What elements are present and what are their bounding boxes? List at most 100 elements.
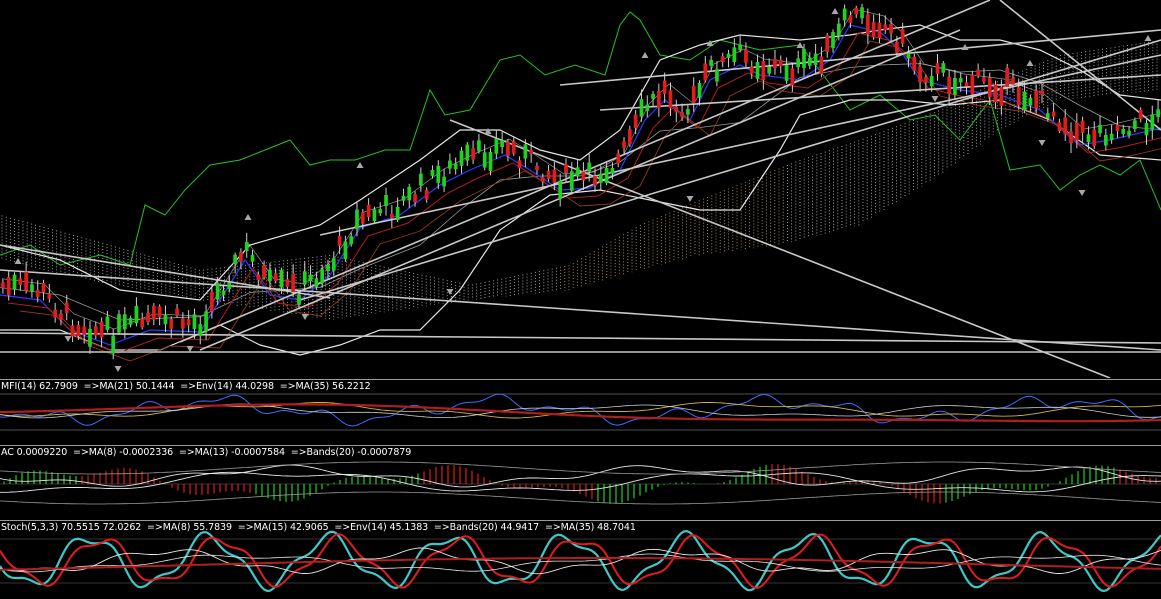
candle-body <box>987 77 992 98</box>
candle-body <box>465 144 470 161</box>
candle-body <box>831 32 835 49</box>
candle-body <box>250 254 255 262</box>
candle-body <box>767 66 772 74</box>
candle-body <box>871 21 876 38</box>
candle-body <box>1138 109 1143 119</box>
candle-body <box>558 180 563 199</box>
candle-body <box>366 204 371 218</box>
candle-body <box>906 53 911 59</box>
candle-body <box>349 236 354 245</box>
candle-body <box>697 82 702 98</box>
candle-body <box>564 164 568 174</box>
fractal-down-arrow <box>1038 140 1046 146</box>
candle-body <box>401 195 406 201</box>
ac-indicator-panel[interactable]: AC 0.0009220 =>MA(8) -0.0002336 =>MA(13)… <box>0 446 1161 519</box>
candle-body <box>517 160 522 169</box>
candle-body <box>802 49 806 68</box>
candle-body <box>622 141 626 148</box>
fractal-down-arrow <box>114 366 122 372</box>
candle-body <box>778 59 783 67</box>
candle-body <box>1034 90 1039 109</box>
fractal-down-arrow <box>931 96 939 102</box>
candle-body <box>1045 113 1050 119</box>
candle-body <box>337 235 342 246</box>
candle-body <box>854 7 859 15</box>
candle-body <box>239 251 243 262</box>
candle-body <box>1022 91 1027 111</box>
candle-body <box>1016 87 1021 106</box>
candle-body <box>773 58 777 69</box>
candle-body <box>70 325 75 337</box>
candle-body <box>355 209 359 230</box>
candle-body <box>99 321 104 338</box>
chikou-span-line <box>0 11 1161 266</box>
candle-body <box>540 177 545 182</box>
fractal-up-arrow <box>244 214 252 220</box>
candle-body <box>918 66 922 83</box>
fractal-up-arrow <box>356 162 364 168</box>
candle-body <box>1051 111 1056 117</box>
candle-body <box>587 162 592 172</box>
candle-body <box>895 42 899 53</box>
candle-body <box>163 314 168 325</box>
candle-body <box>198 324 203 337</box>
candle-body <box>320 269 325 283</box>
candle-body <box>860 7 864 19</box>
candle-body <box>552 169 557 183</box>
candle-body <box>459 150 464 166</box>
candle-body <box>30 284 34 292</box>
stoch-ma15-line <box>0 553 1161 573</box>
candle-body <box>848 15 853 23</box>
candle-body <box>291 273 296 293</box>
candle-body <box>204 311 208 332</box>
trend-line <box>599 74 1161 111</box>
candle-body <box>12 274 17 290</box>
candle-body <box>157 306 162 318</box>
candle-body <box>825 35 830 52</box>
stoch-indicator-label: Stoch(5,3,3) 70.5515 72.0262 =>MA(8) 55.… <box>1 522 636 533</box>
candle-body <box>169 319 174 329</box>
candle-body <box>430 169 435 176</box>
candle-body <box>529 149 534 154</box>
price-chart-panel[interactable] <box>0 0 1161 378</box>
candle-body <box>976 69 981 77</box>
candle-body <box>726 53 731 58</box>
candle-body <box>813 53 818 66</box>
fractal-up-arrow <box>831 8 839 14</box>
candle-body <box>581 171 586 181</box>
candle-body <box>384 195 388 206</box>
candle-body <box>1121 128 1126 135</box>
fractal-up-arrow <box>14 258 22 264</box>
trend-line <box>299 39 1161 301</box>
candle-body <box>53 309 58 318</box>
candle-body <box>59 313 63 320</box>
candle-body <box>1005 67 1010 87</box>
candle-body <box>662 80 667 94</box>
mfi-indicator-panel[interactable]: MFI(14) 62.7909 =>MA(21) 50.1444 =>Env(1… <box>0 380 1161 444</box>
bollinger-upper-band <box>0 24 1161 301</box>
candle-body <box>657 91 661 108</box>
candle-body <box>807 57 812 66</box>
candle-body <box>1080 120 1085 133</box>
candle-body <box>210 291 214 312</box>
candle-body <box>215 283 220 300</box>
candle-body <box>41 283 46 293</box>
candle-body <box>151 305 156 320</box>
candle-body <box>842 8 847 21</box>
stoch-indicator-panel[interactable]: Stoch(5,3,3) 70.5515 72.0262 =>MA(8) 55.… <box>0 521 1161 599</box>
candle-body <box>796 58 801 68</box>
fractal-up-arrow <box>1144 35 1152 41</box>
candle-body <box>407 186 412 201</box>
candle-body <box>964 82 969 87</box>
bollinger-lower-band <box>0 99 1161 356</box>
candle-body <box>836 23 841 37</box>
fractal-down-arrow <box>446 289 454 295</box>
candle-body <box>134 305 139 324</box>
candle-body <box>639 99 644 117</box>
candle-body <box>1063 117 1068 135</box>
candle-body <box>744 49 748 63</box>
candle-body <box>598 174 603 183</box>
candle-body <box>82 326 87 335</box>
candle-body <box>569 171 574 191</box>
candle-body <box>941 63 946 73</box>
